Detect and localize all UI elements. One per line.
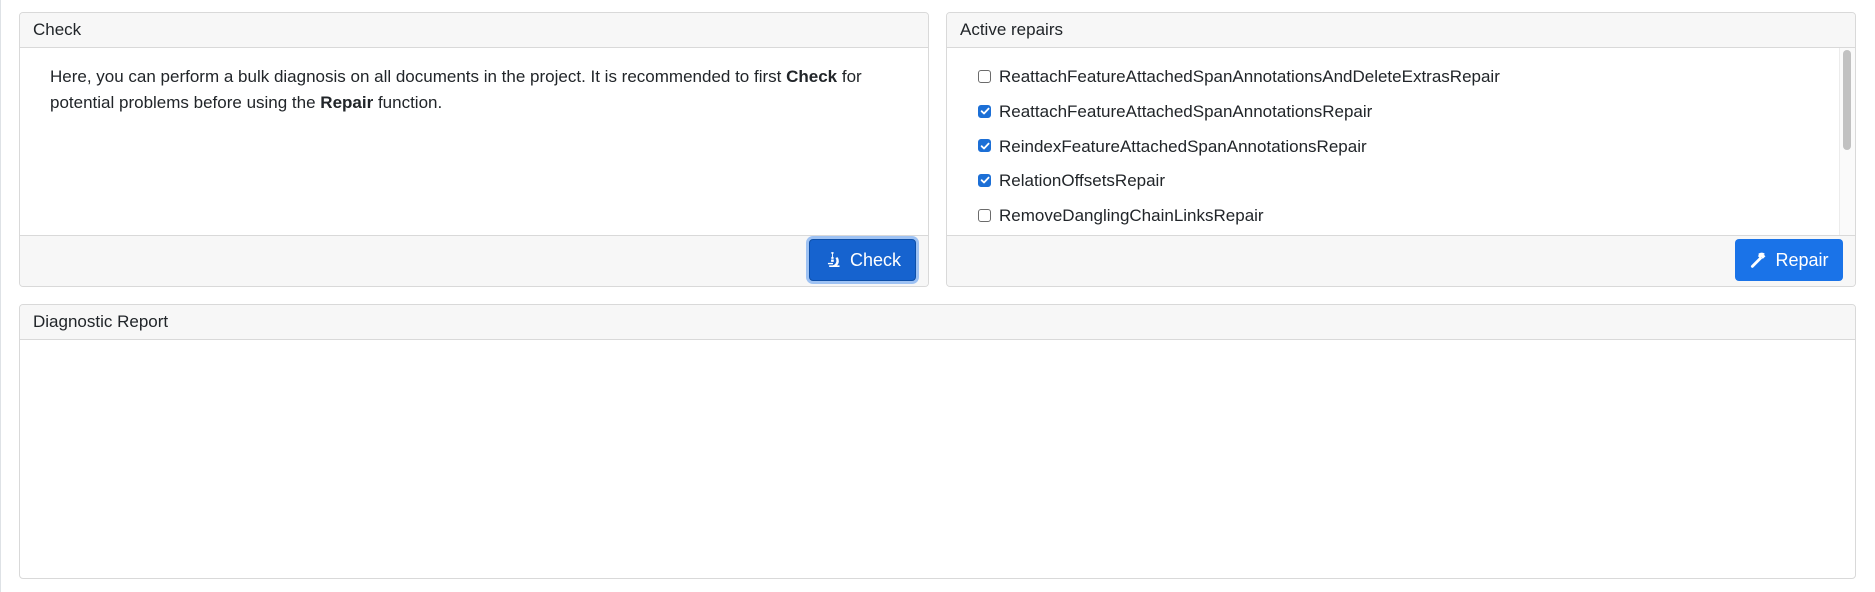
check-button-label: Check <box>849 249 902 270</box>
repairs-list-container[interactable]: ReattachFeatureAttachedSpanAnnotationsAn… <box>947 48 1855 235</box>
checkmark-icon <box>980 177 989 184</box>
check-description: Here, you can perform a bulk diagnosis o… <box>20 48 928 116</box>
repair-item-label[interactable]: ReattachFeatureAttachedSpanAnnotationsAn… <box>999 67 1500 87</box>
repair-item-label[interactable]: ReattachFeatureAttachedSpanAnnotationsRe… <box>999 102 1372 122</box>
repair-item-label[interactable]: ReindexFeatureAttachedSpanAnnotationsRep… <box>999 137 1367 157</box>
repairs-panel-footer: Repair <box>947 235 1855 286</box>
hammer-icon <box>1751 252 1766 268</box>
repair-item-label[interactable]: RelationOffsetsRepair <box>999 171 1165 191</box>
check-panel: Check Here, you can perform a bulk diagn… <box>19 12 929 287</box>
repair-button[interactable]: Repair <box>1735 239 1843 281</box>
repair-checkbox[interactable] <box>978 208 991 222</box>
repair-checkbox-checked[interactable] <box>978 104 991 118</box>
repair-item[interactable]: ReattachFeatureAttachedSpanAnnotationsAn… <box>978 60 1855 95</box>
repair-item-label[interactable]: RemoveDanglingChainLinksRepair <box>999 206 1264 226</box>
diagnostic-report-title: Diagnostic Report <box>20 305 1855 340</box>
description-bold-repair: Repair <box>320 93 374 112</box>
repairs-scrollbar[interactable] <box>1839 48 1855 235</box>
page-left-border <box>0 0 1 592</box>
repairs-scrollbar-thumb[interactable] <box>1843 50 1851 150</box>
check-panel-footer: Check <box>20 235 928 286</box>
repair-item[interactable]: RemoveDanglingChainLinksRepair <box>978 199 1855 234</box>
checkmark-icon <box>980 142 989 150</box>
repairs-list: ReattachFeatureAttachedSpanAnnotationsAn… <box>947 48 1855 233</box>
description-bold-check: Check <box>786 67 838 86</box>
active-repairs-panel: Active repairs ReattachFeatureAttachedSp… <box>946 12 1856 287</box>
repair-item[interactable]: ReindexFeatureAttachedSpanAnnotationsRep… <box>978 129 1855 164</box>
repair-checkbox[interactable] <box>978 69 991 83</box>
repair-checkbox-checked[interactable] <box>978 139 991 153</box>
repair-item[interactable]: ReattachFeatureAttachedSpanAnnotationsRe… <box>978 95 1855 130</box>
repair-checkbox-checked[interactable] <box>978 173 991 187</box>
checkmark-icon <box>980 107 989 115</box>
repair-button-label: Repair <box>1775 249 1829 270</box>
diagnostic-report-panel: Diagnostic Report <box>19 304 1856 579</box>
active-repairs-title: Active repairs <box>947 13 1855 48</box>
description-text-1: Here, you can perform a bulk diagnosis o… <box>50 67 787 86</box>
microscope-icon <box>827 252 840 267</box>
repair-item[interactable]: RelationOffsetsRepair <box>978 164 1855 199</box>
check-panel-title: Check <box>20 13 928 48</box>
check-button[interactable]: Check <box>809 239 916 281</box>
description-text-3: function. <box>373 93 443 112</box>
